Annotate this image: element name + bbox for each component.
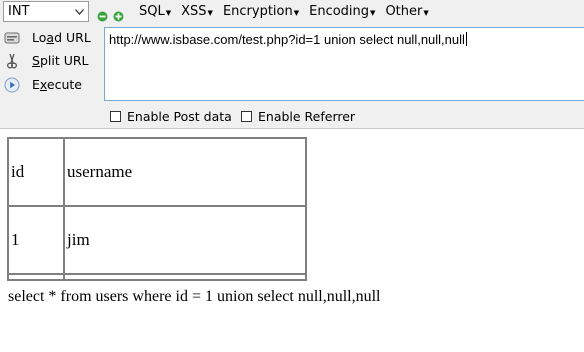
- menu-encryption[interactable]: Encryption ▼: [223, 4, 299, 20]
- enable-referrer-option[interactable]: Enable Referrer: [241, 108, 355, 124]
- split-url-button[interactable]: Split URL: [4, 51, 96, 71]
- table-cell-empty: [64, 274, 306, 280]
- menu-other[interactable]: Other ▼: [385, 4, 428, 20]
- plus-icon[interactable]: [113, 7, 124, 21]
- type-select-value: INT: [8, 4, 30, 19]
- table-row-empty: [8, 274, 306, 280]
- execute-label: Execute: [32, 77, 82, 92]
- page: INT SQL ▼ XSS ▼ Encryption ▼ Encoding ▼ Othe…: [0, 0, 584, 352]
- chevron-down-icon[interactable]: [71, 2, 88, 21]
- table-cell: 1: [8, 206, 64, 274]
- table-cell: username: [64, 138, 306, 206]
- table-cell: jim: [64, 206, 306, 274]
- menu-encoding[interactable]: Encoding ▼: [309, 4, 375, 20]
- enable-post-data-label: Enable Post data: [127, 108, 232, 124]
- menu-encoding-label: Encoding: [309, 4, 370, 19]
- menu-sql-label: SQL: [139, 4, 165, 19]
- table-row: 1 jim: [8, 206, 306, 274]
- caret-down-icon: ▼: [165, 9, 172, 17]
- menu-xss[interactable]: XSS ▼: [181, 4, 213, 20]
- enable-referrer-label: Enable Referrer: [258, 108, 356, 124]
- menu-sql[interactable]: SQL ▼: [139, 4, 171, 20]
- caret-down-icon: ▼: [423, 9, 429, 17]
- scissors-icon: [4, 53, 20, 69]
- menu-encryption-label: Encryption: [222, 4, 293, 19]
- table-row: id username: [8, 138, 306, 206]
- url-input[interactable]: http://www.isbase.com/test.php?id=1 unio…: [104, 27, 584, 101]
- split-url-label: Split URL: [32, 53, 89, 68]
- url-input-value: http://www.isbase.com/test.php?id=1 unio…: [109, 32, 467, 47]
- execute-button[interactable]: Execute: [4, 75, 96, 95]
- load-url-label: Load URL: [32, 30, 91, 45]
- menu-xss-label: XSS: [181, 4, 207, 19]
- caret-down-icon: ▼: [370, 9, 376, 17]
- text-cursor: [465, 32, 467, 46]
- caret-down-icon: ▼: [207, 9, 213, 17]
- minus-icon[interactable]: [97, 7, 108, 21]
- enable-referrer-checkbox[interactable]: [241, 110, 252, 122]
- table-cell-empty: [8, 274, 64, 280]
- load-url-icon: [4, 30, 20, 46]
- load-url-button[interactable]: Load URL: [4, 28, 96, 48]
- menu-other-label: Other: [385, 4, 423, 19]
- play-icon: [4, 77, 20, 93]
- enable-post-data-option[interactable]: Enable Post data: [110, 108, 232, 124]
- enable-post-data-checkbox[interactable]: [110, 110, 121, 122]
- result-table: id username 1 jim: [7, 137, 307, 281]
- hackbar-toolbar: INT SQL ▼ XSS ▼ Encryption ▼ Encoding ▼ Othe…: [0, 0, 584, 129]
- caret-down-icon: ▼: [293, 9, 300, 17]
- type-select[interactable]: INT: [3, 1, 89, 22]
- table-cell: id: [8, 138, 64, 206]
- sql-query-text: select * from users where id = 1 union s…: [8, 288, 381, 305]
- menu-bar: SQL ▼ XSS ▼ Encryption ▼ Encoding ▼ Other ▼: [97, 3, 429, 21]
